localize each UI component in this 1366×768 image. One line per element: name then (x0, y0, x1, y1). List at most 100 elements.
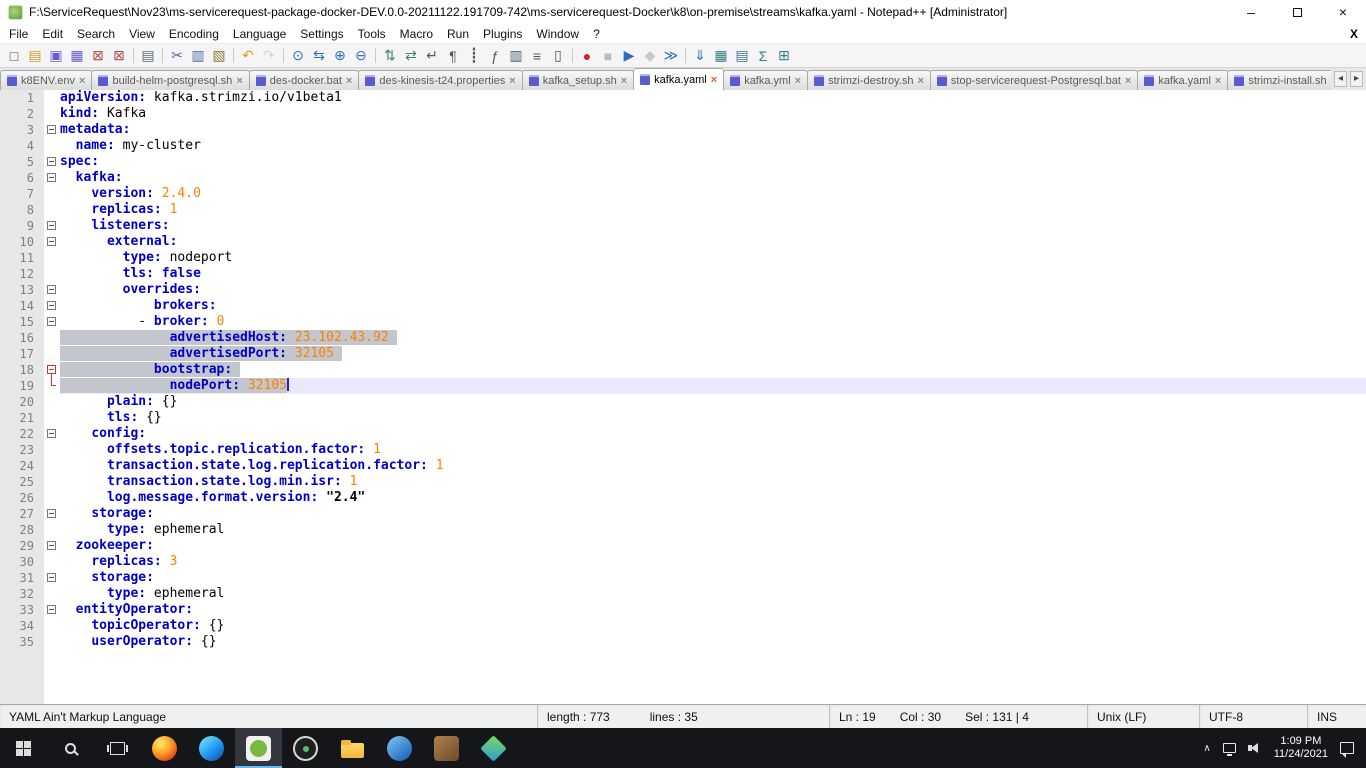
code-line-text[interactable]: spec: (60, 154, 1366, 170)
tab-k8env-env[interactable]: k8ENV.env× (0, 70, 92, 90)
code-line-text[interactable]: nodePort: 32105 (60, 378, 1366, 394)
fold-marker-icon[interactable] (47, 237, 56, 246)
menu-item-file[interactable]: File (2, 25, 35, 43)
fold-marker-icon[interactable] (47, 285, 56, 294)
fold-marker-icon[interactable] (47, 429, 56, 438)
copy-icon[interactable]: ▥ (188, 46, 208, 66)
code-line-text[interactable]: replicas: 1 (60, 202, 1366, 218)
code-line-text[interactable]: zookeeper: (60, 538, 1366, 554)
paste-icon[interactable]: ▧ (209, 46, 229, 66)
menu-item-help[interactable]: ? (586, 25, 607, 43)
status-eol-format[interactable]: Unix (LF) (1088, 705, 1200, 728)
menu-item-edit[interactable]: Edit (35, 25, 70, 43)
tab-scroll-right-button[interactable]: ▸ (1350, 71, 1363, 87)
replace-icon[interactable]: ⇆ (309, 46, 329, 66)
tab-close-icon[interactable]: × (621, 75, 627, 87)
menu-item-view[interactable]: View (122, 25, 162, 43)
tab-build-helm-postgresql-sh[interactable]: build-helm-postgresql.sh× (91, 70, 249, 90)
task-view-button[interactable] (94, 728, 141, 768)
tab-kafka-yaml[interactable]: kafka.yaml× (1137, 70, 1228, 90)
code-line-text[interactable]: storage: (60, 570, 1366, 586)
undo-icon[interactable]: ↶ (238, 46, 258, 66)
code-line-text[interactable]: storage: (60, 506, 1366, 522)
code-line-text[interactable]: bootstrap: (60, 362, 1366, 378)
menu-item-search[interactable]: Search (70, 25, 122, 43)
code-line-text[interactable]: version: 2.4.0 (60, 186, 1366, 202)
code-line-text[interactable]: advertisedHost: 23.102.43.92 (60, 330, 1366, 346)
code-line-text[interactable]: type: nodeport (60, 250, 1366, 266)
folder-as-workspace-icon[interactable]: ▯ (548, 46, 568, 66)
fold-marker-icon[interactable] (47, 365, 56, 374)
code-line-text[interactable]: apiVersion: kafka.strimzi.io/v1beta1 (60, 90, 1366, 106)
code-line-text[interactable]: log.message.format.version: "2.4" (60, 490, 1366, 506)
menu-item-language[interactable]: Language (226, 25, 293, 43)
fold-marker-icon[interactable] (47, 125, 56, 134)
menu-item-settings[interactable]: Settings (293, 25, 350, 43)
find-icon[interactable]: ⊙ (288, 46, 308, 66)
tab-close-icon[interactable]: × (236, 75, 242, 87)
function-list-icon[interactable]: ƒ (485, 46, 505, 66)
code-line-text[interactable]: type: ephemeral (60, 586, 1366, 602)
fold-marker-icon[interactable] (47, 173, 56, 182)
code-line-text[interactable]: external: (60, 234, 1366, 250)
tab-scroll-left-button[interactable]: ◂ (1334, 71, 1347, 87)
code-line-text[interactable]: tls: {} (60, 410, 1366, 426)
code-line-text[interactable]: type: ephemeral (60, 522, 1366, 538)
action-center-icon[interactable] (1340, 742, 1354, 754)
document-map-icon[interactable]: ▥ (506, 46, 526, 66)
tab-close-icon[interactable]: × (711, 74, 717, 86)
new-file-icon[interactable]: □ (4, 46, 24, 66)
tab-close-icon[interactable]: × (346, 75, 352, 87)
fold-marker-icon[interactable] (47, 541, 56, 550)
tab-des-kinesis-t24-properties[interactable]: des-kinesis-t24.properties× (358, 70, 522, 90)
code-line-text[interactable]: metadata: (60, 122, 1366, 138)
code-line-text[interactable]: entityOperator: (60, 602, 1366, 618)
fold-marker-icon[interactable] (47, 301, 56, 310)
table-plugin-icon[interactable]: ⊞ (774, 46, 794, 66)
tab-strimzi-destroy-sh[interactable]: strimzi-destroy.sh× (807, 70, 931, 90)
status-encoding[interactable]: UTF-8 (1200, 705, 1308, 728)
fold-marker-icon[interactable] (47, 509, 56, 518)
cut-icon[interactable]: ✂ (167, 46, 187, 66)
firefox-taskbar-button[interactable] (141, 728, 188, 768)
sum-plugin-icon[interactable]: Σ (753, 46, 773, 66)
document-list-icon[interactable]: ≡ (527, 46, 547, 66)
tab-close-icon[interactable]: × (917, 75, 923, 87)
volume-icon[interactable] (1248, 742, 1262, 754)
editor[interactable]: 1apiVersion: kafka.strimzi.io/v1beta12ki… (0, 90, 1366, 704)
save-icon[interactable]: ▣ (46, 46, 66, 66)
tab-kafka-yaml[interactable]: kafka.yaml× (633, 68, 724, 90)
code-line-text[interactable]: plain: {} (60, 394, 1366, 410)
save-all-icon[interactable]: ▦ (67, 46, 87, 66)
cube-app-taskbar-button[interactable] (423, 728, 470, 768)
tab-stop-servicerequest-postgresql-bat[interactable]: stop-servicerequest-Postgresql.bat× (930, 70, 1138, 90)
menu-item-macro[interactable]: Macro (393, 25, 440, 43)
code-line-text[interactable]: kafka: (60, 170, 1366, 186)
code-line-text[interactable]: userOperator: {} (60, 634, 1366, 650)
playback-macro-icon[interactable]: ▶ (619, 46, 639, 66)
sync-horizontal-scroll-icon[interactable]: ⇄ (401, 46, 421, 66)
sync-vertical-scroll-icon[interactable]: ⇅ (380, 46, 400, 66)
restore-button[interactable] (1274, 0, 1320, 24)
fold-marker-icon[interactable] (47, 573, 56, 582)
menu-close-document-button[interactable]: X (1350, 27, 1358, 41)
record-macro-icon[interactable]: ● (577, 46, 597, 66)
tab-close-icon[interactable]: × (795, 75, 801, 87)
code-line-text[interactable]: offsets.topic.replication.factor: 1 (60, 442, 1366, 458)
code-line-text[interactable]: transaction.state.log.replication.factor… (60, 458, 1366, 474)
minimize-button[interactable]: – (1228, 0, 1274, 24)
network-icon[interactable] (1223, 743, 1236, 753)
code-line-text[interactable]: transaction.state.log.min.isr: 1 (60, 474, 1366, 490)
code-line-text[interactable]: config: (60, 426, 1366, 442)
close-document-icon[interactable]: ⊠ (88, 46, 108, 66)
tab-strimzi-install-sh[interactable]: strimzi-install.sh× (1227, 70, 1332, 90)
zoom-out-icon[interactable]: ⊖ (351, 46, 371, 66)
fold-marker-icon[interactable] (47, 317, 56, 326)
code-line-text[interactable]: kind: Kafka (60, 106, 1366, 122)
word-wrap-icon[interactable]: ↵ (422, 46, 442, 66)
code-line-text[interactable]: replicas: 3 (60, 554, 1366, 570)
grid-plugin-icon[interactable]: ▦ (711, 46, 731, 66)
fold-marker-icon[interactable] (47, 157, 56, 166)
tab-close-icon[interactable]: × (509, 75, 515, 87)
close-all-documents-icon[interactable]: ⊠ (109, 46, 129, 66)
